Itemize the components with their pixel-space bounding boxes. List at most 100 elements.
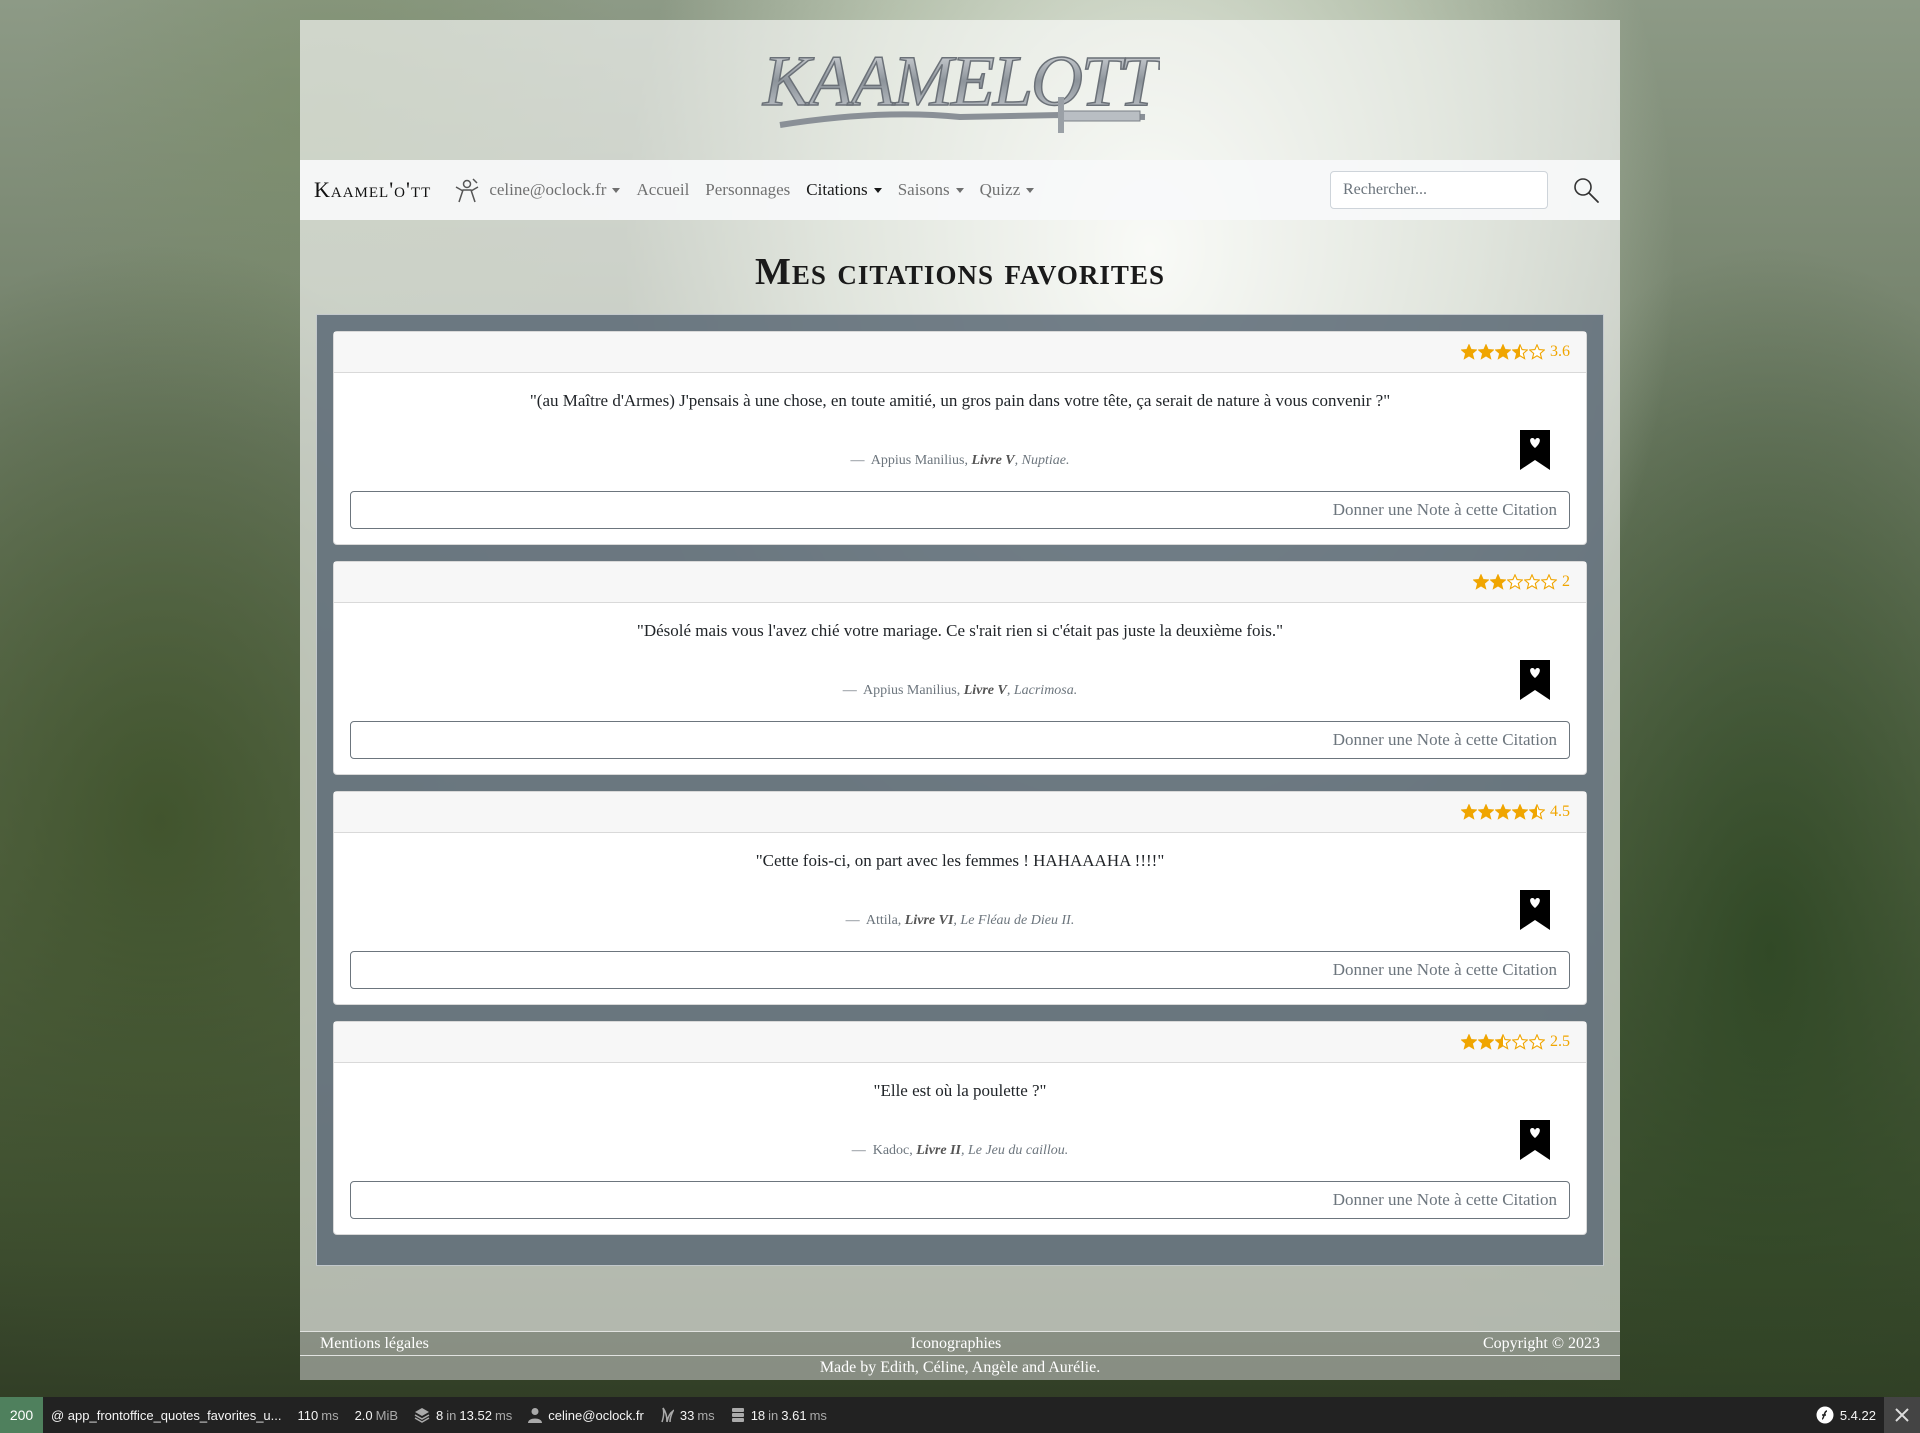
nav-home[interactable]: Accueil	[636, 180, 689, 200]
logo-area: KAAMELOTT	[300, 20, 1620, 160]
star-rating	[1472, 574, 1557, 590]
rating-value: 4.5	[1550, 803, 1570, 820]
db-in: in	[768, 1407, 779, 1423]
memory-usage[interactable]: 2.0 MiB	[347, 1397, 406, 1433]
nav-seasons-dropdown[interactable]: Saisons	[898, 180, 964, 200]
episode-name: , Le Fléau de Dieu II.	[953, 913, 1075, 928]
search-button[interactable]	[1566, 170, 1606, 210]
star-full-icon	[1512, 804, 1528, 820]
user-email: celine@oclock.fr	[489, 180, 607, 199]
quote-text: "Cette fois-ci, on part avec les femmes …	[755, 851, 1165, 870]
search-icon	[1574, 178, 1599, 203]
star-full-icon	[1490, 574, 1506, 590]
user-icon	[528, 1408, 543, 1423]
nav-quotes-label: Citations	[806, 180, 868, 199]
quote-attribution: — Appius Manilius, Livre V, Lacrimosa.	[334, 683, 1586, 699]
nav-quotes-dropdown[interactable]: Citations	[806, 180, 882, 200]
episode-name: , Le Jeu du caillou.	[960, 1143, 1069, 1158]
rate-quote-button[interactable]: Donner une Note à cette Citation	[350, 1181, 1570, 1219]
chevron-down-icon	[955, 187, 964, 193]
star-full-icon	[1478, 344, 1494, 360]
star-half-icon	[1512, 344, 1528, 360]
brand-link[interactable]: Kaamel'o'tt	[314, 177, 431, 203]
card-header: 2.5	[334, 1022, 1586, 1063]
db-count: 18	[750, 1407, 766, 1423]
quote-text: "(au Maître d'Armes) J'pensais à une cho…	[529, 391, 1391, 410]
kaamelott-logo[interactable]: KAAMELOTT	[760, 35, 1160, 145]
page-container: KAAMELOTT Kaamel'o'tt celine@oclock.fr A…	[300, 20, 1620, 1380]
star-full-icon	[1478, 804, 1494, 820]
author-name: Kadoc,	[872, 1143, 913, 1158]
star-empty-icon	[1541, 574, 1557, 590]
nav-characters[interactable]: Personnages	[705, 180, 790, 200]
request-time[interactable]: 110 ms	[290, 1397, 347, 1433]
star-full-icon	[1478, 1034, 1494, 1050]
time-value: 110	[297, 1407, 319, 1423]
rating-value: 2.5	[1550, 1033, 1570, 1050]
card-header: 4.5	[334, 792, 1586, 833]
dash: —	[850, 453, 865, 468]
nav-quiz-dropdown[interactable]: Quizz	[980, 180, 1035, 200]
cache-in: in	[446, 1407, 457, 1423]
twig-time: 33	[679, 1407, 695, 1423]
symfony-logo-icon	[1816, 1406, 1834, 1424]
quote-card: 3.6 "(au Maître d'Armes) J'pensais à une…	[333, 331, 1587, 545]
quote-card: 2 "Désolé mais vous l'avez chié votre ma…	[333, 561, 1587, 775]
close-toolbar-button[interactable]	[1884, 1397, 1920, 1433]
time-unit: ms	[321, 1407, 339, 1423]
svg-text:KAAMELOTT: KAAMELOTT	[762, 41, 1160, 121]
search-form	[1330, 170, 1606, 210]
episode-name: , Nuptiae.	[1014, 453, 1070, 468]
star-full-icon	[1495, 804, 1511, 820]
footer-links: Mentions légales Iconographies Copyright…	[300, 1331, 1620, 1356]
page-title: Mes citations favorites	[755, 251, 1165, 293]
card-header: 2	[334, 562, 1586, 603]
chevron-down-icon	[612, 187, 621, 193]
status-code[interactable]: 200	[0, 1397, 43, 1433]
user-dropdown[interactable]: celine@oclock.fr	[453, 177, 621, 203]
layers-icon	[414, 1408, 430, 1423]
star-empty-icon	[1529, 1034, 1545, 1050]
star-rating	[1460, 344, 1545, 360]
memory-value: 2.0	[354, 1407, 373, 1423]
credits: Made by Edith, Céline, Angèle and Auréli…	[819, 1359, 1101, 1376]
cache-stats[interactable]: 8 in 13.52 ms	[406, 1397, 520, 1433]
iconography-link[interactable]: Iconographies	[911, 1335, 1002, 1353]
route-name[interactable]: @ app_frontoffice_quotes_favorites_u...	[43, 1397, 290, 1433]
navbar: Kaamel'o'tt celine@oclock.fr Accueil Per…	[300, 160, 1620, 220]
star-full-icon	[1495, 344, 1511, 360]
book-name: Livre V	[971, 453, 1015, 468]
memory-unit: MiB	[375, 1407, 399, 1423]
quotes-panel: 3.6 "(au Maître d'Armes) J'pensais à une…	[316, 314, 1604, 1266]
search-input[interactable]	[1330, 171, 1548, 209]
db-stats[interactable]: 18 in 3.61 ms	[723, 1397, 835, 1433]
author-name: Appius Manilius,	[870, 453, 968, 468]
rate-quote-button[interactable]: Donner une Note à cette Citation	[350, 951, 1570, 989]
nav-quiz-label: Quizz	[979, 180, 1021, 199]
quote-attribution: — Attila, Livre VI, Le Fléau de Dieu II.	[334, 913, 1586, 929]
quote-card: 2.5 "Elle est où la poulette ?" — Kadoc,…	[333, 1021, 1587, 1235]
version-value: 5.4.22	[1839, 1407, 1876, 1423]
star-half-icon	[1495, 1034, 1511, 1050]
cache-count: 8	[436, 1407, 444, 1423]
legal-link[interactable]: Mentions légales	[320, 1335, 429, 1353]
star-full-icon	[1461, 1034, 1477, 1050]
quote-text: "Elle est où la poulette ?"	[873, 1081, 1047, 1100]
quote-attribution: — Appius Manilius, Livre V, Nuptiae.	[334, 453, 1586, 469]
close-icon	[1895, 1408, 1909, 1422]
security-user[interactable]: celine@oclock.fr	[520, 1397, 652, 1433]
db-time: 3.61	[781, 1407, 807, 1423]
symfony-version[interactable]: 5.4.22	[1808, 1397, 1884, 1433]
star-empty-icon	[1507, 574, 1523, 590]
star-empty-icon	[1512, 1034, 1528, 1050]
db-unit: ms	[809, 1407, 827, 1423]
card-header: 3.6	[334, 332, 1586, 373]
book-name: Livre VI	[904, 913, 954, 928]
quote-card: 4.5 "Cette fois-ci, on part avec les fem…	[333, 791, 1587, 1005]
rate-quote-button[interactable]: Donner une Note à cette Citation	[350, 721, 1570, 759]
episode-name: , Lacrimosa.	[1006, 683, 1078, 698]
footer: Mentions légales Iconographies Copyright…	[300, 1331, 1620, 1380]
twig-stats[interactable]: 33 ms	[652, 1397, 723, 1433]
rate-quote-button[interactable]: Donner une Note à cette Citation	[350, 491, 1570, 529]
cache-unit: ms	[494, 1407, 513, 1423]
